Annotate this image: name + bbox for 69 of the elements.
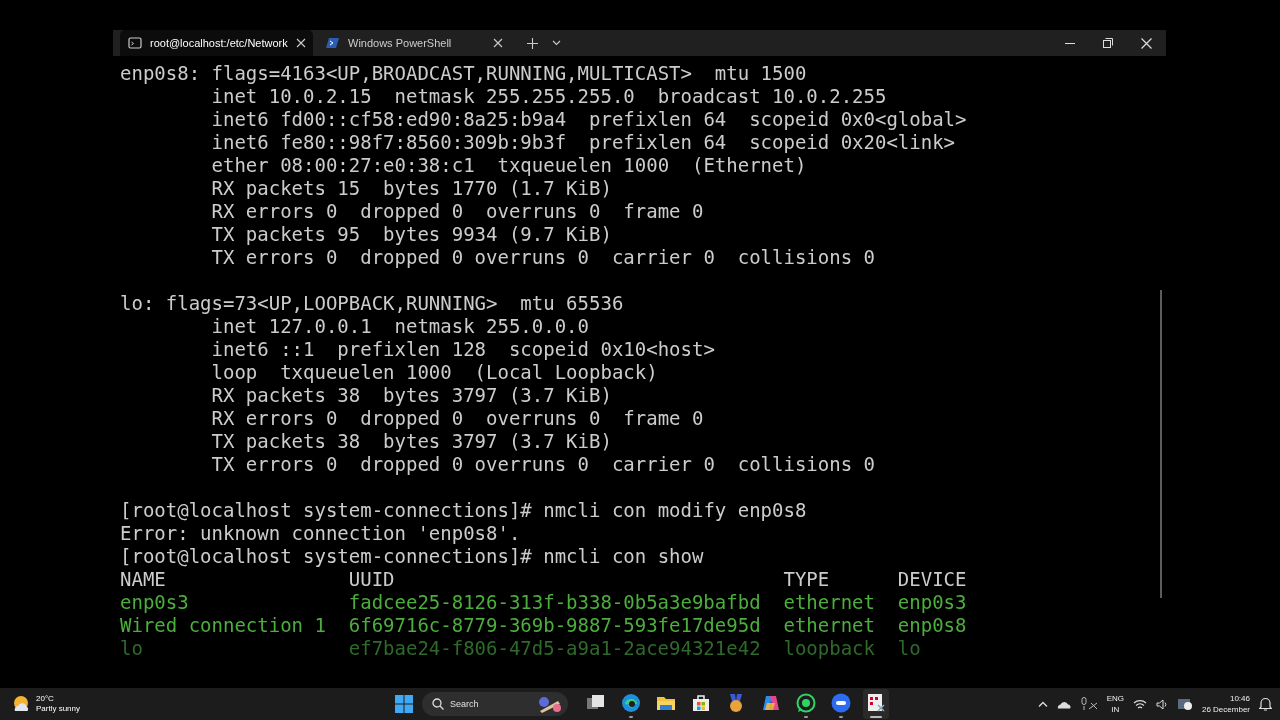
cloud-icon[interactable] — [1056, 699, 1071, 709]
close-icon[interactable] — [493, 38, 503, 48]
table-cell: Wired connection 1 — [120, 614, 326, 637]
chevron-up-icon[interactable] — [1037, 701, 1048, 707]
terminal-line: TX packets 38 bytes 3797 (3.7 KiB) — [210, 430, 612, 453]
close-icon[interactable] — [295, 38, 306, 48]
terminal-line: RX packets 38 bytes 3797 (3.7 KiB) — [210, 384, 612, 407]
terminal-line: enp0s8: flags=4163<UP,BROADCAST,RUNNING,MULTICAST> mtu 1500 — [120, 62, 807, 85]
table-cell: fadcee25-8126-313f-b338-0b5a3e9bafbd — [348, 591, 761, 614]
restore-icon[interactable] — [1103, 38, 1113, 48]
terminal-line: inet6 fe80::98f7:8560:309b:9b3f prefixlen 64 scopeid 0x20<link> — [210, 131, 956, 154]
terminal-line: RX errors 0 dropped 0 overruns 0 frame 0 — [210, 200, 704, 223]
table-cell: enp0s3 — [897, 591, 967, 614]
terminal-line: Error: unknown connection 'enp0s8'. — [120, 522, 521, 545]
terminal-line: [root@localhost system-connections]# nmcli con modify enp0s8 — [120, 499, 807, 522]
search-button[interactable]: Search — [422, 692, 568, 716]
language-text: ENG — [1106, 693, 1124, 704]
temperature: 20°C — [36, 694, 55, 704]
region-text: IN — [1111, 704, 1120, 715]
close-icon[interactable] — [1141, 37, 1152, 49]
start-icon[interactable] — [395, 695, 413, 713]
table-cell: ethernet — [783, 591, 875, 614]
column-header: DEVICE — [897, 568, 967, 591]
column-header: NAME — [120, 568, 166, 591]
table-cell: ethernet — [783, 614, 875, 637]
terminal-line: RX packets 15 bytes 1770 (1.7 KiB) — [210, 177, 612, 200]
date-text: 26 December — [1201, 704, 1250, 715]
terminal-line: RX errors 0 dropped 0 overruns 0 frame 0 — [210, 407, 704, 430]
powershell-icon — [326, 36, 340, 50]
column-header: UUID — [348, 568, 395, 591]
language-indicator[interactable]: ENG IN — [1106, 693, 1124, 715]
terminal-line: inet 10.0.2.15 netmask 255.255.255.0 broadcast 10.0.2.255 — [210, 85, 887, 108]
chevron-down-icon[interactable] — [552, 40, 561, 46]
terminal-line: inet6 ::1 prefixlen 128 scopeid 0x10<host> — [210, 338, 715, 361]
terminal-line: lo: flags=73<UP,LOOPBACK,RUNNING> mtu 65536 — [120, 292, 624, 315]
terminal-line: ether 08:00:27:e0:38:c1 txqueuelen 1000 (Ethernet) — [210, 154, 807, 177]
search-icon — [432, 698, 444, 710]
scrollbar[interactable] — [1160, 290, 1162, 598]
terminal-line: TX packets 95 bytes 9934 (9.7 KiB) — [210, 223, 612, 246]
terminal-line: [root@localhost system-connections]# nmcli con show — [120, 545, 704, 568]
table-cell: enp0s3 — [120, 591, 189, 614]
table-cell: lo — [120, 637, 143, 660]
table-cell: enp0s8 — [897, 614, 967, 637]
search-highlight-icon — [536, 695, 562, 713]
wifi-icon[interactable] — [1132, 698, 1147, 710]
weather-condition: Partly sunny — [36, 704, 81, 714]
terminal-line: inet6 fd00::cf58:ed90:8a25:b9a4 prefixlen 64 scopeid 0x0<global> — [210, 108, 967, 131]
terminal-line: TX errors 0 dropped 0 overruns 0 carrier 0 collisions 0 — [210, 246, 875, 269]
app-tray-icon[interactable] — [1176, 697, 1193, 711]
table-cell: 6f69716c-8779-369b-9887-593fe17de95d — [348, 614, 761, 637]
plus-icon[interactable] — [527, 37, 538, 49]
time-text: 10:46 — [1229, 693, 1250, 704]
terminal-app-icon[interactable] — [863, 689, 889, 719]
table-cell: loopback — [783, 637, 875, 660]
terminal-line: loop txqueuelen 1000 (Local Loopback) — [210, 361, 658, 384]
tab[interactable]: root@localhost:/etc/Network — [120, 30, 313, 56]
terminal-line: inet 127.0.0.1 netmask 255.0.0.0 — [210, 315, 589, 338]
table-cell: ef7bae24-f806-47d5-a9a1-2ace94321e42 — [348, 637, 761, 660]
tab[interactable]: Windows PowerShell — [318, 30, 511, 56]
speaker-icon[interactable] — [1155, 698, 1168, 710]
column-header: TYPE — [783, 568, 830, 591]
terminal-line: TX errors 0 dropped 0 overruns 0 carrier 0 collisions 0 — [210, 453, 875, 476]
clock[interactable]: 10:46 26 December — [1201, 693, 1250, 715]
terminal-icon — [128, 36, 142, 50]
tab-title: Windows PowerShell — [348, 37, 453, 49]
tab-title: root@localhost:/etc/Network — [150, 37, 288, 49]
bell-icon[interactable] — [1259, 697, 1272, 711]
table-cell: lo — [897, 637, 921, 660]
microphone-icon[interactable] — [1079, 697, 1098, 711]
